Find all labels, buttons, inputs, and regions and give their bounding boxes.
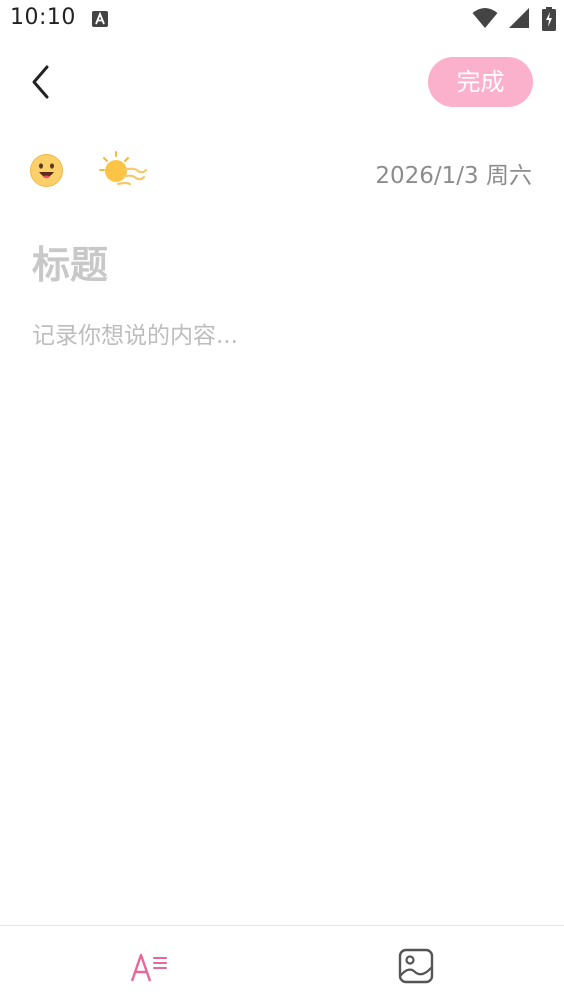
status-time: 10:10 — [10, 5, 76, 30]
weather-selector[interactable] — [98, 150, 150, 192]
status-bar: 10:10 — [0, 0, 564, 40]
done-button[interactable]: 完成 — [428, 57, 533, 107]
battery-icon — [542, 7, 556, 31]
text-format-button[interactable] — [126, 947, 174, 987]
sunny-windy-icon — [99, 151, 148, 186]
bottom-toolbar — [0, 925, 564, 1005]
insert-image-button[interactable] — [396, 946, 436, 986]
signal-icon — [509, 8, 529, 28]
mood-selector[interactable] — [29, 153, 64, 188]
title-input[interactable]: 标题 — [32, 234, 108, 289]
chevron-left-icon — [32, 65, 49, 99]
smiling-face-icon — [30, 154, 63, 187]
a-notification-icon — [92, 11, 108, 27]
wifi-icon — [472, 8, 498, 28]
back-button[interactable] — [22, 60, 62, 104]
content-input[interactable]: 记录你想说的内容... — [32, 316, 238, 350]
text-format-icon — [130, 953, 167, 982]
image-icon — [398, 948, 434, 984]
date-label[interactable]: 2026/1/3 周六 — [375, 156, 532, 190]
